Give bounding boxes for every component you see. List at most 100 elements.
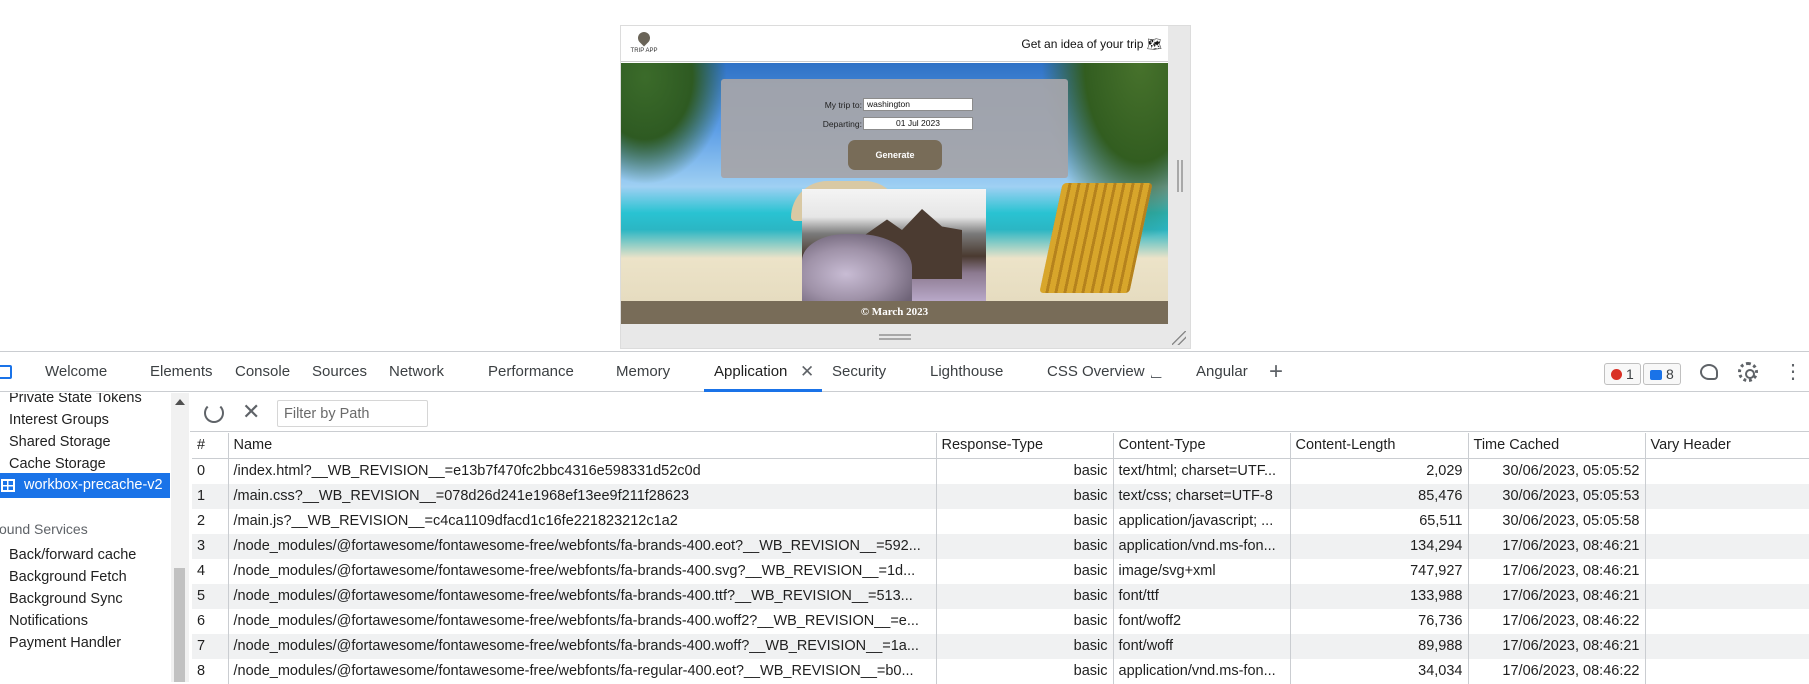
resize-handle-right[interactable] — [1177, 160, 1183, 192]
message-count-badge[interactable]: 8 — [1643, 363, 1681, 385]
scroll-up-arrow-icon[interactable] — [175, 399, 185, 405]
cell-response-type: basic — [936, 558, 1114, 584]
cell-vary-header — [1645, 558, 1809, 584]
table-row[interactable]: 6/node_modules/@fortawesome/fontawesome-… — [192, 608, 1809, 634]
sidebar-item-shared-storage[interactable]: Shared Storage — [9, 434, 111, 450]
destination-image — [802, 189, 986, 301]
cell-name: /node_modules/@fortawesome/fontawesome-f… — [228, 608, 937, 634]
sidebar-item-interest-groups[interactable]: Interest Groups — [9, 412, 109, 428]
cell-index: 6 — [192, 608, 229, 634]
inspect-element-icon[interactable] — [0, 365, 12, 379]
sidebar-item-payment-handler[interactable]: Payment Handler — [9, 635, 121, 651]
tab-security[interactable]: Security — [832, 352, 886, 392]
cell-content-length: 76,736 — [1290, 608, 1469, 634]
tab-performance[interactable]: Performance — [488, 352, 574, 392]
cell-vary-header — [1645, 508, 1809, 534]
tab-application[interactable]: Application ✕ — [704, 352, 822, 392]
sidebar-item-label: workbox-precache-v2 — [24, 477, 163, 493]
cell-time-cached: 17/06/2023, 08:46:21 — [1468, 558, 1646, 584]
trip-destination-input[interactable]: washington — [863, 98, 973, 111]
page-viewport: TRIP APP Get an idea of your trip 🗺 My t… — [0, 0, 1809, 351]
tab-console[interactable]: Console — [235, 352, 290, 392]
departing-date-row: Departing: 01 Jul 2023 — [721, 117, 1068, 131]
sidebar-item-private-state-tokens[interactable]: Private State Tokens — [9, 393, 142, 406]
trip-form: My trip to: washington Departing: 01 Jul… — [721, 79, 1068, 178]
column-header-content-length[interactable]: Content-Length — [1290, 433, 1469, 459]
table-row[interactable]: 5/node_modules/@fortawesome/fontawesome-… — [192, 583, 1809, 609]
trip-app: TRIP APP Get an idea of your trip 🗺 My t… — [621, 26, 1168, 324]
sidebar-section-background-services: ound Services — [0, 521, 88, 537]
cell-content-type: image/svg+xml — [1113, 558, 1291, 584]
refresh-icon[interactable] — [204, 403, 224, 423]
cell-time-cached: 30/06/2023, 05:05:53 — [1468, 483, 1646, 509]
cell-content-length: 65,511 — [1290, 508, 1469, 534]
column-header-response-type[interactable]: Response-Type — [936, 433, 1114, 459]
sidebar-item-cache-storage[interactable]: Cache Storage — [9, 456, 106, 472]
tab-lighthouse[interactable]: Lighthouse — [930, 352, 1003, 392]
departing-date-input[interactable]: 01 Jul 2023 — [863, 117, 973, 130]
filter-by-path-input[interactable] — [277, 400, 428, 427]
cell-response-type: basic — [936, 508, 1114, 534]
table-row[interactable]: 2/main.js?__WB_REVISION__=c4ca1109dfacd1… — [192, 508, 1809, 534]
sidebar-item-background-fetch[interactable]: Background Fetch — [9, 569, 127, 585]
message-icon — [1650, 370, 1662, 380]
cell-time-cached: 17/06/2023, 08:46:22 — [1468, 608, 1646, 634]
cell-index: 2 — [192, 508, 229, 534]
tab-angular[interactable]: Angular — [1196, 352, 1248, 392]
departing-date-label: Departing: — [822, 119, 862, 129]
cell-index: 7 — [192, 633, 229, 659]
tab-welcome[interactable]: Welcome — [45, 352, 107, 392]
generate-button[interactable]: Generate — [848, 140, 942, 170]
tab-sources[interactable]: Sources — [312, 352, 367, 392]
plus-icon[interactable]: + — [1269, 360, 1283, 384]
sidebar-scrollbar[interactable] — [171, 393, 189, 682]
resize-handle-bottom[interactable] — [879, 334, 911, 340]
trip-destination-label: My trip to: — [824, 100, 862, 110]
cell-name: /node_modules/@fortawesome/fontawesome-f… — [228, 633, 937, 659]
sidebar-item-back-forward-cache[interactable]: Back/forward cache — [9, 547, 136, 563]
column-header-index[interactable]: # — [192, 433, 229, 459]
sidebar-item-notifications[interactable]: Notifications — [9, 613, 88, 629]
error-icon — [1611, 369, 1622, 380]
table-row[interactable]: 8/node_modules/@fortawesome/fontawesome-… — [192, 658, 1809, 684]
table-row[interactable]: 3/node_modules/@fortawesome/fontawesome-… — [192, 533, 1809, 559]
devtools-panel: Welcome Elements Console Sources Network… — [0, 351, 1809, 684]
cell-index: 8 — [192, 658, 229, 684]
tab-elements[interactable]: Elements — [150, 352, 213, 392]
trip-app-logo[interactable]: TRIP APP — [629, 29, 659, 58]
cell-time-cached: 17/06/2023, 08:46:21 — [1468, 633, 1646, 659]
column-header-vary-header[interactable]: Vary Header — [1645, 433, 1809, 459]
cell-vary-header — [1645, 608, 1809, 634]
error-count-badge[interactable]: 1 — [1604, 363, 1641, 385]
gear-icon[interactable] — [1738, 362, 1758, 382]
resize-handle-corner[interactable] — [1172, 331, 1186, 345]
issues-icon[interactable] — [1700, 364, 1718, 380]
tab-memory[interactable]: Memory — [616, 352, 670, 392]
table-icon — [1, 479, 15, 492]
column-header-time-cached[interactable]: Time Cached — [1468, 433, 1646, 459]
cell-vary-header — [1645, 533, 1809, 559]
column-header-content-type[interactable]: Content-Type — [1113, 433, 1291, 459]
cell-index: 3 — [192, 533, 229, 559]
sidebar-item-background-sync[interactable]: Background Sync — [9, 591, 123, 607]
table-row[interactable]: 1/main.css?__WB_REVISION__=078d26d241e19… — [192, 483, 1809, 509]
more-vertical-icon[interactable]: ⋮ — [1783, 360, 1803, 384]
cell-response-type: basic — [936, 483, 1114, 509]
cell-content-type: application/javascript; ... — [1113, 508, 1291, 534]
cell-content-length: 133,988 — [1290, 583, 1469, 609]
sidebar-item-workbox-precache[interactable]: workbox-precache-v2 — [0, 473, 170, 498]
close-tab-icon[interactable]: ✕ — [800, 352, 814, 392]
header-tagline: Get an idea of your trip 🗺 — [1021, 37, 1162, 51]
tab-network[interactable]: Network — [389, 352, 444, 392]
scrollbar-thumb[interactable] — [174, 568, 185, 682]
app-footer: © March 2023 — [621, 301, 1168, 324]
table-row[interactable]: 0/index.html?__WB_REVISION__=e13b7f470fc… — [192, 458, 1809, 484]
table-row[interactable]: 4/node_modules/@fortawesome/fontawesome-… — [192, 558, 1809, 584]
tab-css-overview[interactable]: CSS Overview — [1047, 352, 1162, 392]
cell-content-length: 85,476 — [1290, 483, 1469, 509]
cell-index: 0 — [192, 458, 229, 484]
column-header-name[interactable]: Name — [228, 433, 937, 459]
clear-icon[interactable]: ✕ — [242, 398, 260, 426]
cell-name: /main.css?__WB_REVISION__=078d26d241e196… — [228, 483, 937, 509]
table-row[interactable]: 7/node_modules/@fortawesome/fontawesome-… — [192, 633, 1809, 659]
